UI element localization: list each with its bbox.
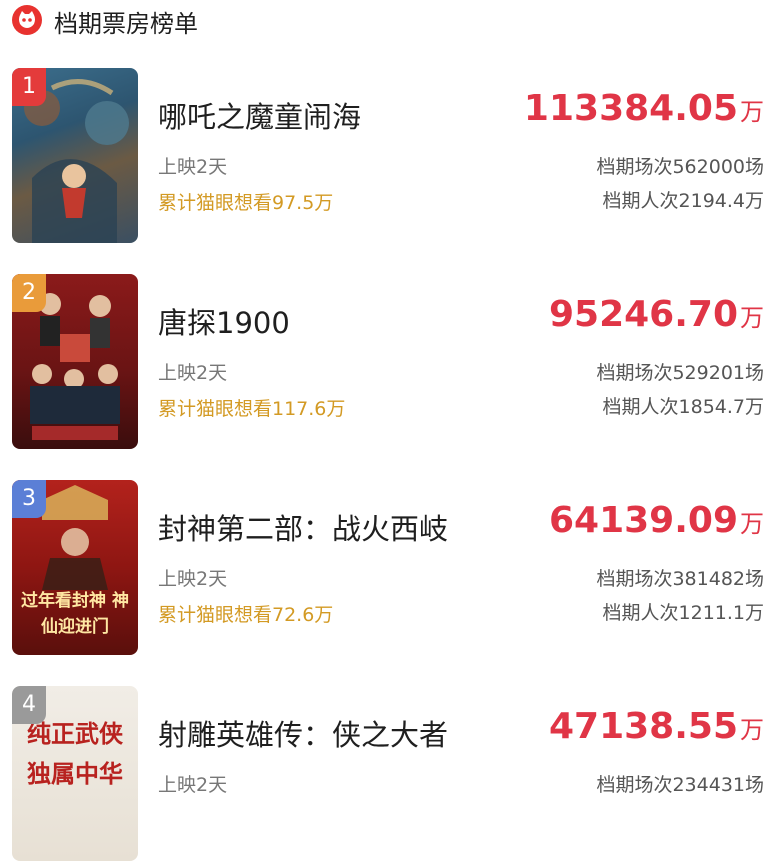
admissions-count: 档期人次2194.4万: [602, 190, 764, 212]
screenings-count: 档期场次562000场: [596, 156, 764, 178]
movie-title[interactable]: 封神第二部：战火西岐: [158, 506, 448, 548]
movie-title[interactable]: 射雕英雄传：侠之大者: [158, 712, 448, 754]
movie-poster[interactable]: 2: [12, 274, 138, 449]
box-office-total: 95246.70万: [549, 294, 764, 335]
rank-badge: 3: [12, 480, 46, 518]
box-office-unit: 万: [740, 304, 764, 332]
box-office-total: 113384.05万: [524, 88, 764, 129]
screenings-count: 档期场次234431场: [596, 774, 764, 796]
box-office-total: 47138.55万: [549, 706, 764, 747]
admissions-count: 档期人次1211.1万: [602, 602, 764, 624]
movie-title[interactable]: 唐探1900: [158, 300, 290, 342]
release-days: 上映2天: [158, 156, 228, 178]
page-header: 档期票房榜单: [0, 0, 778, 42]
box-office-unit: 万: [740, 716, 764, 744]
movie-row[interactable]: 过年看封神 神仙迎进门 3 封神第二部：战火西岐 上映2天 累计猫眼想看72.6…: [0, 472, 778, 657]
box-office-total: 64139.09万: [549, 500, 764, 541]
rank-badge: 4: [12, 686, 46, 724]
movie-poster[interactable]: 过年看封神 神仙迎进门 3: [12, 480, 138, 655]
box-office-value: 113384.05: [523, 88, 738, 129]
movie-row[interactable]: 1 哪吒之魔童闹海 上映2天 累计猫眼想看97.5万 113384.05万 档期…: [0, 60, 778, 245]
movie-title[interactable]: 哪吒之魔童闹海: [158, 94, 361, 136]
box-office-value: 95246.70: [548, 294, 738, 335]
want-to-see-count: 累计猫眼想看97.5万: [158, 192, 334, 214]
movie-poster[interactable]: 1: [12, 68, 138, 243]
screenings-count: 档期场次529201场: [596, 362, 764, 384]
rank-badge: 1: [12, 68, 46, 106]
want-to-see-count: 累计猫眼想看72.6万: [158, 604, 334, 626]
release-days: 上映2天: [158, 568, 228, 590]
box-office-value: 64139.09: [548, 500, 738, 541]
screenings-count: 档期场次381482场: [596, 568, 764, 590]
movie-poster[interactable]: 纯正武侠 独属中华 4: [12, 686, 138, 861]
movie-row[interactable]: 纯正武侠 独属中华 4 射雕英雄传：侠之大者 上映2天 47138.55万 档期…: [0, 678, 778, 863]
poster-slogan: 纯正武侠 独属中华: [27, 720, 123, 788]
box-office-unit: 万: [740, 98, 764, 126]
release-days: 上映2天: [158, 362, 228, 384]
release-days: 上映2天: [158, 774, 228, 796]
poster-slogan: 过年看封神 神仙迎进门: [21, 591, 129, 637]
page-title: 档期票房榜单: [54, 10, 198, 38]
cat-eye-logo-icon: [12, 5, 42, 35]
want-to-see-count: 累计猫眼想看117.6万: [158, 398, 346, 420]
admissions-count: 档期人次1854.7万: [602, 396, 764, 418]
movie-row[interactable]: 2 唐探1900 上映2天 累计猫眼想看117.6万 95246.70万 档期场…: [0, 266, 778, 451]
box-office-value: 47138.55: [548, 706, 738, 747]
box-office-unit: 万: [740, 510, 764, 538]
rank-badge: 2: [12, 274, 46, 312]
